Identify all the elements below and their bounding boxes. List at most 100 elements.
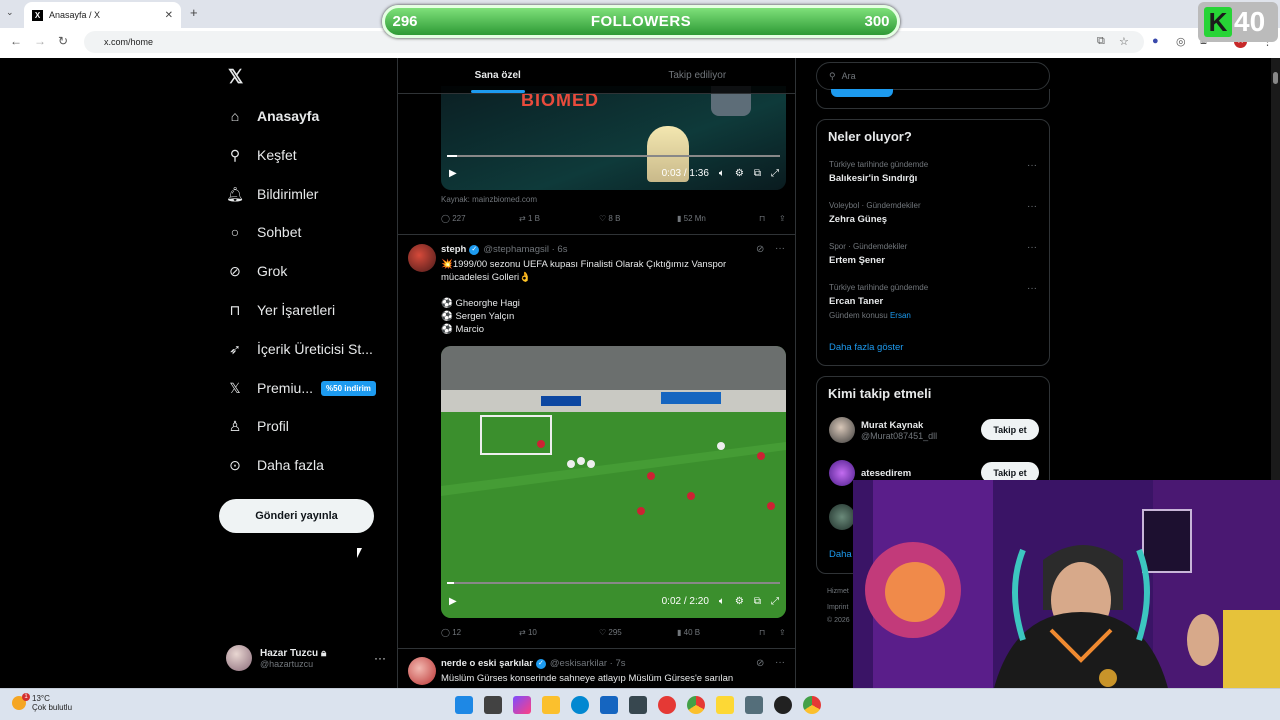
avatar[interactable] — [408, 244, 436, 272]
account-switcher[interactable]: Hazar Tuzcu 🔒︎ @hazartuzcu ··· — [226, 643, 386, 673]
share-icon[interactable]: ⇪ — [779, 214, 786, 223]
show-more-link[interactable]: Daha fazla göster — [829, 342, 903, 353]
app2-icon[interactable] — [716, 696, 734, 714]
search-input[interactable]: ⚲ Ara — [816, 62, 1050, 90]
trend-item[interactable]: Türkiye tarihinde gündemde Balıkesir'in … — [829, 160, 928, 184]
like-button[interactable]: ♡ 8 B — [599, 214, 677, 223]
subscribe-button-edge[interactable] — [831, 89, 893, 97]
play-icon[interactable]: ▶ — [449, 168, 457, 179]
install-icon[interactable]: ⧉ — [1097, 35, 1105, 48]
avatar[interactable] — [408, 657, 436, 685]
settings-icon[interactable]: ⚙ — [735, 168, 744, 179]
pip-icon[interactable]: ⧉ — [754, 596, 761, 607]
extension2-icon[interactable]: ◎ — [1176, 35, 1186, 48]
browser-tab[interactable]: X Anasayfa / X ✕ — [24, 2, 181, 28]
follow-button[interactable]: Takip et — [981, 419, 1039, 440]
forward-icon[interactable]: → — [34, 34, 46, 48]
footer-link[interactable]: Imprint — [827, 604, 848, 611]
video-player[interactable]: ▶ 0:02 / 2:20 🔈︎ ⚙ ⧉ ⤢ — [441, 346, 786, 618]
nav-chat[interactable]: ○ Sohbet — [226, 217, 302, 247]
like-button[interactable]: ♡ 295 — [599, 628, 677, 637]
video-progress[interactable] — [447, 155, 780, 157]
post-button[interactable]: Gönderi yayınla — [219, 499, 374, 533]
nav-premium[interactable]: 𝕏 Premiu... %50 indirim — [226, 373, 376, 403]
back-icon[interactable]: ← — [10, 34, 22, 48]
fullscreen-icon[interactable]: ⤢ — [771, 596, 779, 607]
trend-more-icon[interactable]: ··· — [1027, 283, 1037, 294]
grok-explain-icon[interactable]: ⊘ — [756, 244, 764, 255]
copilot-icon[interactable] — [513, 696, 531, 714]
settings-icon[interactable]: ⚙ — [735, 596, 744, 607]
bookmark-button[interactable]: ⊓ — [759, 214, 779, 223]
nav-home[interactable]: ⌂ Anasayfa — [226, 101, 320, 131]
trend-item[interactable]: Spor · Gündemdekiler Ertem Şener — [829, 242, 907, 266]
nav-bookmarks-label: Yer İşaretleri — [257, 302, 336, 318]
nav-profile[interactable]: ♙ Profil — [226, 411, 289, 441]
reload-icon[interactable]: ↻ — [58, 34, 68, 48]
windows-start-icon[interactable] — [455, 696, 473, 714]
more-dots-icon[interactable]: ··· — [374, 651, 386, 665]
store-icon[interactable] — [600, 696, 618, 714]
reply-button[interactable]: ◯ 227 — [441, 214, 519, 223]
video-player[interactable]: BIOMED ▶ 0:03 / 1:36 🔈︎ ⚙ ⧉ ⤢ — [441, 86, 786, 190]
task-view-icon[interactable] — [484, 696, 502, 714]
author-handle[interactable]: @eskisarkilar · 7s — [550, 658, 626, 669]
weather-temp: 13°C — [32, 694, 50, 703]
discord-icon[interactable] — [745, 696, 763, 714]
footer-link[interactable]: Hizmet — [827, 588, 849, 595]
trend-item[interactable]: Türkiye tarihinde gündemde Ercan Taner G… — [829, 283, 928, 320]
play-icon[interactable]: ▶ — [449, 596, 457, 607]
video-progress[interactable] — [447, 582, 780, 584]
x-logo-icon[interactable]: 𝕏 — [228, 66, 243, 89]
edge-icon[interactable] — [571, 696, 589, 714]
nav-profile-label: Profil — [257, 418, 289, 434]
scrollbar-thumb[interactable] — [1273, 72, 1278, 84]
extension-icon[interactable]: ● — [1152, 35, 1159, 47]
views-button[interactable]: ▮ 40 B — [677, 628, 759, 637]
share-icon[interactable]: ⇪ — [779, 628, 786, 637]
tab-search-icon[interactable]: ⌄ — [6, 7, 14, 18]
trend-more-icon[interactable]: ··· — [1027, 201, 1037, 212]
left-navigation: 𝕏 ⌂ Anasayfa ⚲ Keşfet 🔔︎ Bildirimler ○ S… — [218, 58, 396, 688]
reply-button[interactable]: ◯ 12 — [441, 628, 519, 637]
tab-following[interactable]: Takip ediliyor — [598, 58, 796, 93]
retweet-button[interactable]: ⇄ 1 B — [519, 214, 599, 223]
mute-icon[interactable]: 🔈︎ — [719, 168, 725, 179]
trend-more-icon[interactable]: ··· — [1027, 242, 1037, 253]
nav-notifications[interactable]: 🔔︎ Bildirimler — [226, 179, 318, 209]
author-handle[interactable]: @stephamagsil · 6s — [483, 244, 567, 255]
nav-bookmarks[interactable]: ⊓ Yer İşaretleri — [226, 295, 336, 325]
bookmark-button[interactable]: ⊓ — [759, 628, 779, 637]
tab-for-you[interactable]: Sana özel — [398, 58, 598, 93]
retweet-button[interactable]: ⇄ 10 — [519, 628, 599, 637]
grok-explain-icon[interactable]: ⊘ — [756, 658, 764, 669]
author-name[interactable]: steph — [441, 244, 466, 255]
account-name: Hazar Tuzcu 🔒︎ — [260, 647, 327, 659]
opera-icon[interactable] — [658, 696, 676, 714]
nav-more[interactable]: ⊙ Daha fazla — [226, 450, 324, 480]
author-name[interactable]: nerde o eski şarkılar — [441, 658, 533, 669]
file-explorer-icon[interactable] — [542, 696, 560, 714]
app-icon[interactable] — [629, 696, 647, 714]
nav-creator-studio[interactable]: ➶ İçerik Üreticisi St... — [226, 334, 373, 364]
weather-icon — [12, 693, 30, 710]
close-tab-icon[interactable]: ✕ — [165, 10, 173, 21]
show-more-link[interactable]: Daha — [829, 549, 852, 560]
fullscreen-icon[interactable]: ⤢ — [771, 168, 779, 179]
weather-widget[interactable]: 13°C Çok bulutlu — [12, 693, 72, 712]
tweet-more-icon[interactable]: ··· — [775, 243, 785, 254]
trend-more-icon[interactable]: ··· — [1027, 160, 1037, 171]
mute-icon[interactable]: 🔈︎ — [719, 596, 725, 607]
new-tab-icon[interactable]: + — [190, 5, 198, 20]
star-icon[interactable]: ☆ — [1119, 35, 1129, 48]
obs-icon[interactable] — [774, 696, 792, 714]
nav-explore[interactable]: ⚲ Keşfet — [226, 140, 297, 170]
chrome-icon[interactable] — [687, 696, 705, 714]
nav-grok[interactable]: ⊘ Grok — [226, 256, 287, 286]
views-button[interactable]: ▮ 52 Mn — [677, 214, 759, 223]
trend-item[interactable]: Voleybol · Gündemdekiler Zehra Güneş — [829, 201, 921, 225]
video-time: 0:03 / 1:36 — [661, 168, 709, 179]
chrome2-icon[interactable] — [803, 696, 821, 714]
pip-icon[interactable]: ⧉ — [754, 168, 761, 179]
tweet-more-icon[interactable]: ··· — [775, 657, 785, 668]
